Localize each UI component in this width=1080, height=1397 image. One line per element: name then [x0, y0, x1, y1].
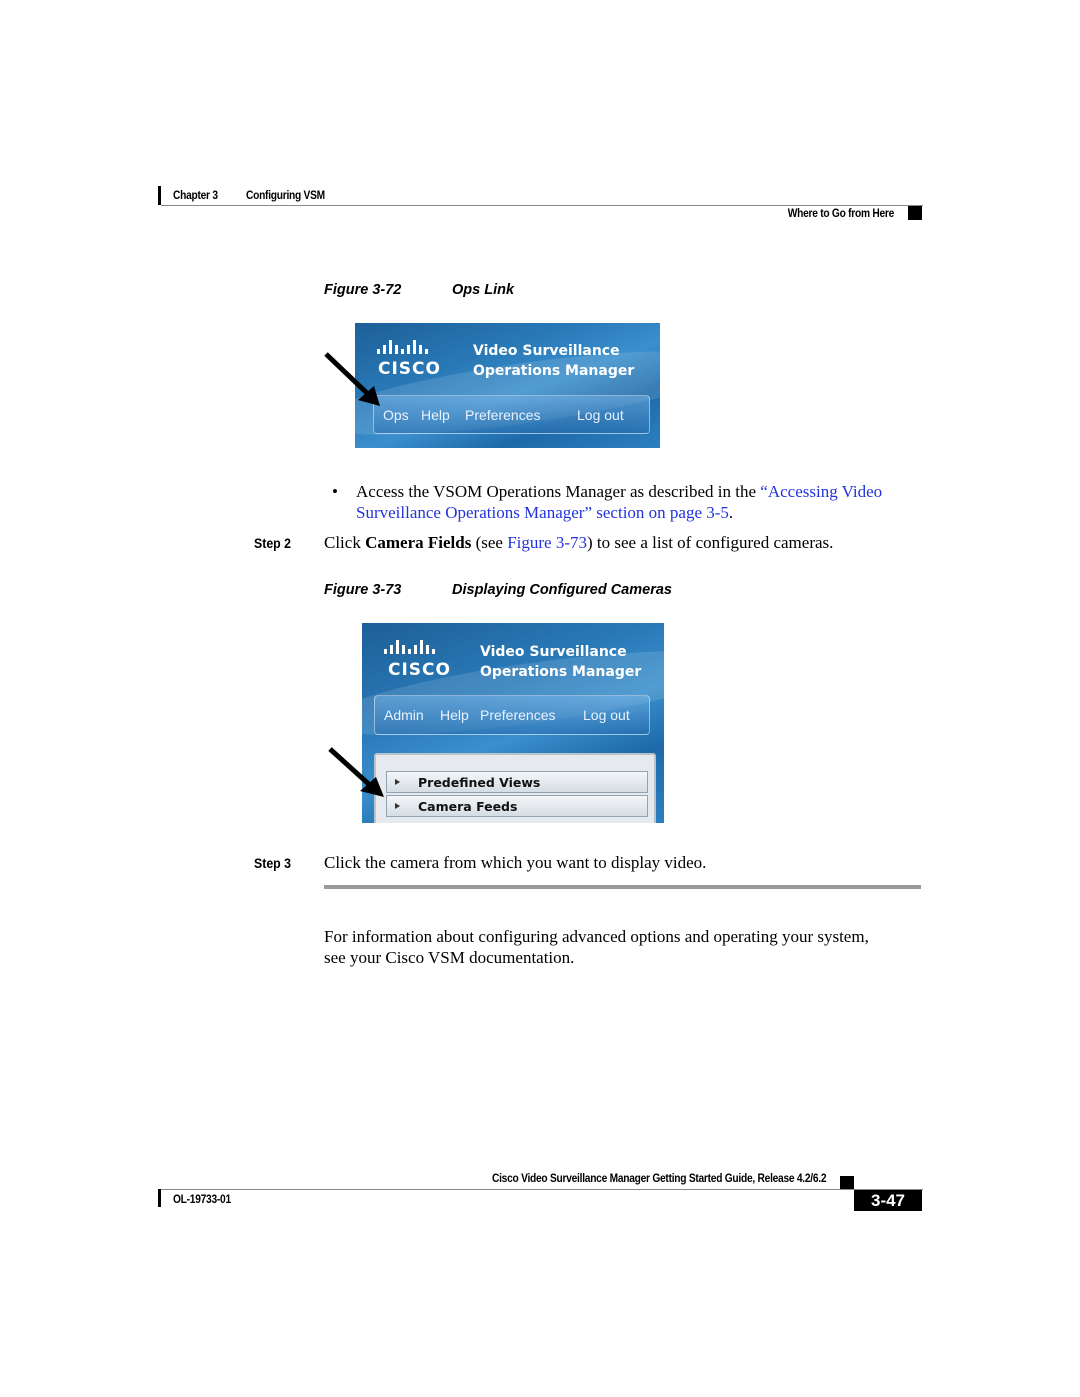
footer-doc-id: OL-19733-01 — [173, 1192, 231, 1206]
step2-bold: Camera Fields — [365, 533, 472, 552]
header-chapter: Chapter 3 — [173, 188, 218, 202]
pointer-arrow-icon — [328, 747, 384, 797]
footer-rule — [161, 1189, 923, 1190]
app-title: Video Surveillance Operations Manager — [473, 341, 634, 381]
header-section: Where to Go from Here — [787, 206, 895, 220]
nav-admin-link[interactable]: Admin — [384, 707, 424, 723]
cisco-logo-text: CISCO — [388, 660, 451, 680]
navigation-panel: Predefined Views Camera Feeds — [374, 753, 656, 823]
step3-text: Click the camera from which you want to … — [324, 853, 707, 872]
expand-triangle-icon — [395, 779, 400, 785]
step3-label: Step 3 — [254, 855, 291, 871]
figure-72-title: Ops Link — [452, 282, 515, 298]
app-title-line2: Operations Manager — [480, 664, 642, 680]
nav-bar: Ops Help Preferences Log out — [373, 395, 650, 434]
nav-preferences-link[interactable]: Preferences — [465, 407, 540, 423]
app-title-line2: Operations Manager — [473, 363, 635, 379]
step2-label: Step 2 — [254, 535, 291, 551]
step2-text: Click Camera Fields (see Figure 3-73) to… — [324, 532, 833, 553]
panel-item-label: Camera Feeds — [418, 798, 518, 814]
bullet-text: Access the VSOM Operations Manager as de… — [356, 482, 761, 501]
bullet-line2: Surveillance Operations Manager” section… — [356, 502, 733, 523]
closing-line1: For information about configuring advanc… — [324, 927, 869, 946]
cisco-logo-text: CISCO — [378, 359, 441, 379]
nav-help-link[interactable]: Help — [440, 707, 469, 723]
header-left-bar — [158, 186, 161, 205]
procedure-end-rule — [324, 885, 921, 889]
app-title-line1: Video Surveillance — [480, 644, 627, 660]
panel-item-predefined-views[interactable]: Predefined Views — [386, 771, 648, 793]
figure-73-screenshot: CISCO Video Surveillance Operations Mana… — [362, 623, 664, 823]
bullet-line1: Access the VSOM Operations Manager as de… — [356, 481, 882, 502]
app-title-line1: Video Surveillance — [473, 343, 620, 359]
pointer-arrow-icon — [324, 352, 380, 406]
step2-text-after: ) to see a list of configured cameras. — [587, 533, 834, 552]
closing-line2: see your Cisco VSM documentation. — [324, 948, 575, 967]
step2-text-mid: (see — [471, 533, 508, 552]
bullet-end: . — [728, 503, 734, 522]
nav-help-link[interactable]: Help — [421, 407, 450, 423]
panel-item-label: Predefined Views — [418, 774, 541, 790]
bullet-link-part2[interactable]: Surveillance Operations Manager” section… — [356, 503, 729, 522]
figure-73-title: Displaying Configured Cameras — [452, 582, 672, 598]
figure-73-number: Figure 3-73 — [324, 582, 402, 598]
step2-text-before: Click — [324, 533, 366, 552]
nav-logout-link[interactable]: Log out — [577, 407, 624, 423]
step2-figure-link[interactable]: Figure 3-73 — [507, 533, 587, 552]
nav-ops-link[interactable]: Ops — [383, 407, 409, 423]
cisco-logo-bars-icon — [384, 640, 435, 654]
header-chapter-title: Configuring VSM — [246, 188, 325, 202]
app-title: Video Surveillance Operations Manager — [480, 642, 641, 682]
nav-bar: Admin Help Preferences Log out — [374, 695, 650, 735]
expand-triangle-icon — [395, 803, 400, 809]
footer-left-bar — [158, 1189, 161, 1207]
figure-72-number: Figure 3-72 — [324, 282, 402, 298]
footer-guide-title: Cisco Video Surveillance Manager Getting… — [491, 1171, 827, 1185]
figure-72-screenshot: CISCO Video Surveillance Operations Mana… — [355, 323, 660, 448]
cisco-logo-bars-icon — [377, 340, 428, 354]
nav-logout-link[interactable]: Log out — [583, 707, 630, 723]
footer-marker — [840, 1176, 854, 1190]
bullet-dot: • — [332, 482, 338, 501]
panel-item-camera-feeds[interactable]: Camera Feeds — [386, 795, 648, 817]
nav-preferences-link[interactable]: Preferences — [480, 707, 555, 723]
page-number-badge: 3-47 — [854, 1190, 922, 1211]
bullet-link-part1[interactable]: “Accessing Video — [760, 482, 882, 501]
header-section-marker — [908, 206, 922, 220]
